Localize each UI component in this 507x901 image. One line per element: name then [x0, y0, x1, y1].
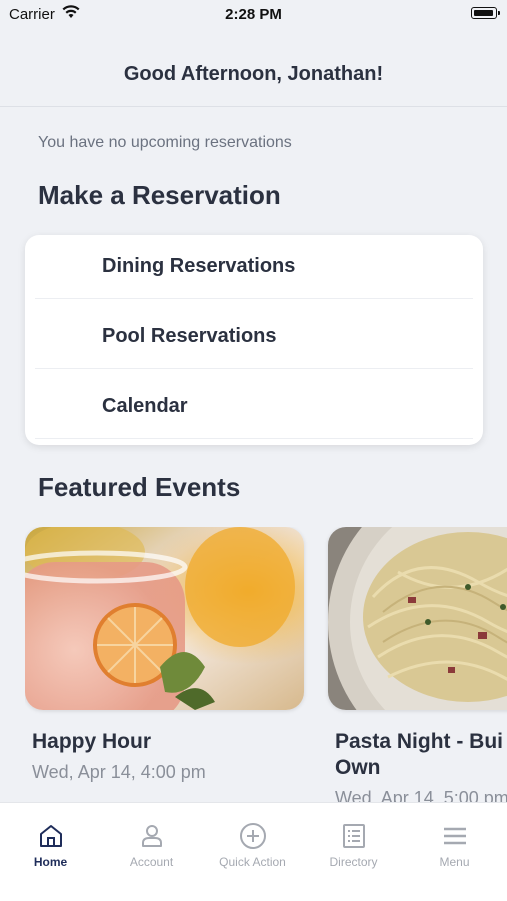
calendar-label: Calendar	[102, 395, 188, 417]
account-icon	[142, 825, 162, 847]
home-icon	[40, 825, 62, 847]
dining-reservations-item[interactable]: Dining Reservations	[25, 235, 483, 305]
pool-reservations-item[interactable]: Pool Reservations	[25, 305, 483, 375]
make-reservation-heading: Make a Reservation	[38, 180, 281, 210]
pool-reservations-label: Pool Reservations	[102, 325, 277, 347]
divider	[35, 298, 473, 299]
dining-reservations-label: Dining Reservations	[102, 255, 296, 277]
list-icon	[343, 824, 365, 848]
divider	[35, 368, 473, 369]
event-date: Wed, Apr 14, 4:00 pm	[32, 762, 206, 782]
tab-label: Quick Action	[219, 855, 286, 869]
event-title-line: Pasta Night - Bui	[335, 730, 504, 753]
event-card-pasta-night[interactable]: Pasta Night - Bui Own Wed, Apr 14, 5:00 …	[328, 527, 507, 807]
tab-label: Directory	[329, 855, 378, 869]
featured-events-carousel[interactable]: Happy Hour Wed, Apr 14, 4:00 pm Pasta Ni…	[25, 527, 507, 807]
tab-bar: Home Account Quick Action Directory Menu	[0, 802, 507, 901]
tab-label: Menu	[439, 855, 470, 869]
tab-directory[interactable]: Directory	[303, 803, 404, 883]
event-title: Happy Hour	[32, 730, 152, 753]
tab-label: Home	[33, 855, 68, 869]
tab-home[interactable]: Home	[0, 803, 101, 883]
event-title: Pasta Night - Bui Own	[335, 729, 507, 781]
hamburger-icon	[444, 827, 466, 845]
divider	[35, 438, 473, 439]
greeting-title: Good Afternoon, Jonathan!	[123, 63, 384, 85]
event-card-happy-hour[interactable]: Happy Hour Wed, Apr 14, 4:00 pm	[25, 527, 304, 807]
battery-icon	[471, 7, 500, 19]
event-title-line: Own	[335, 756, 381, 779]
pasta-photo	[328, 527, 507, 710]
calendar-item[interactable]: Calendar	[25, 375, 483, 445]
tab-label: Account	[129, 855, 174, 869]
header: Good Afternoon, Jonathan!	[0, 30, 507, 107]
tab-quick-action[interactable]: Quick Action	[202, 803, 303, 883]
plus-circle-icon	[240, 823, 266, 849]
no-reservations-notice: You have no upcoming reservations	[38, 134, 292, 151]
cocktail-photo	[25, 527, 304, 710]
tab-account[interactable]: Account	[101, 803, 202, 883]
status-bar: Carrier 2:28 PM	[0, 0, 507, 30]
featured-events-heading: Featured Events	[38, 472, 241, 502]
tab-menu[interactable]: Menu	[404, 803, 505, 883]
reservation-card: Dining Reservations Pool Reservations Ca…	[25, 235, 483, 445]
status-time: 2:28 PM	[225, 6, 282, 23]
